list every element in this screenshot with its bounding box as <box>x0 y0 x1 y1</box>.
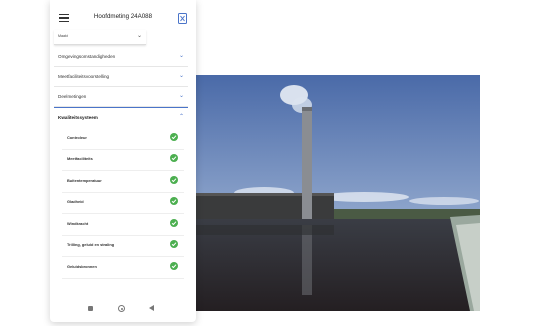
check-circle-icon <box>170 154 178 162</box>
app-bar: Hoofdmeting 24A088 <box>50 0 196 32</box>
quality-item-meetfaciliteits[interactable]: Meetfaciliteits <box>62 149 184 171</box>
section-label: Kwaliteitssysteem <box>58 115 98 120</box>
quality-item-geluidsbronnen[interactable]: Geluidsbronnen <box>62 257 184 279</box>
section-kwaliteitssysteem[interactable]: Kwaliteitssysteem ⌃ <box>54 109 188 127</box>
quality-item-label: Meetfaciliteits <box>67 156 93 161</box>
check-circle-icon <box>170 240 178 248</box>
back-icon[interactable] <box>149 304 154 311</box>
quality-item-label: Gladheid <box>67 199 84 204</box>
chevron-down-icon: ⌄ <box>178 53 184 59</box>
section-label: Deelmetingen <box>58 94 87 99</box>
site-photo <box>194 75 480 311</box>
home-icon[interactable] <box>118 305 125 312</box>
category-select[interactable]: Maakt ⌄ <box>54 30 146 45</box>
site-photo-image <box>194 75 480 311</box>
quality-item-label: Geluidsbronnen <box>67 264 97 269</box>
check-circle-icon <box>170 219 178 227</box>
quality-item-label: Trilling, geluid en straling <box>67 242 115 247</box>
check-circle-icon <box>170 262 178 270</box>
system-navigation-bar <box>50 298 196 322</box>
quality-item-label: Windkracht <box>67 221 89 226</box>
quality-item-buitentemperatuur[interactable]: Buitentemperatuur <box>62 171 184 193</box>
check-circle-icon <box>170 133 178 141</box>
chevron-down-icon: ⌄ <box>178 93 184 99</box>
section-meetfaciliteitsvoorstelling[interactable]: Meetfaciliteitsvoorstelling ⌄ <box>54 68 188 87</box>
recent-apps-icon[interactable] <box>88 306 93 311</box>
section-deelmetingen[interactable]: Deelmetingen ⌄ <box>54 88 188 107</box>
check-circle-icon <box>170 176 178 184</box>
check-circle-icon <box>170 197 178 205</box>
page-title: Hoofdmeting 24A088 <box>93 13 153 20</box>
category-select-value: Maakt <box>58 34 68 38</box>
quality-item-label: Controleur <box>67 135 87 140</box>
quality-item-controleur[interactable]: Controleur <box>62 128 184 150</box>
phone-screen: Hoofdmeting 24A088 Maakt ⌄ Omgevingsomst… <box>50 0 196 322</box>
quality-item-trilling[interactable]: Trilling, geluid en straling <box>62 235 184 257</box>
quality-item-label: Buitentemperatuur <box>67 178 102 183</box>
chevron-up-icon: ⌃ <box>178 114 184 120</box>
excel-export-icon[interactable] <box>178 11 187 24</box>
section-omgevingsomstandigheden[interactable]: Omgevingsomstandigheden ⌄ <box>54 48 188 67</box>
section-label: Omgevingsomstandigheden <box>58 54 116 59</box>
chevron-down-icon: ⌄ <box>136 33 142 39</box>
quality-item-windkracht[interactable]: Windkracht <box>62 214 184 236</box>
section-label: Meetfaciliteitsvoorstelling <box>58 74 110 79</box>
quality-item-gladheid[interactable]: Gladheid <box>62 192 184 214</box>
chevron-down-icon: ⌄ <box>178 73 184 79</box>
section-divider <box>54 107 188 108</box>
